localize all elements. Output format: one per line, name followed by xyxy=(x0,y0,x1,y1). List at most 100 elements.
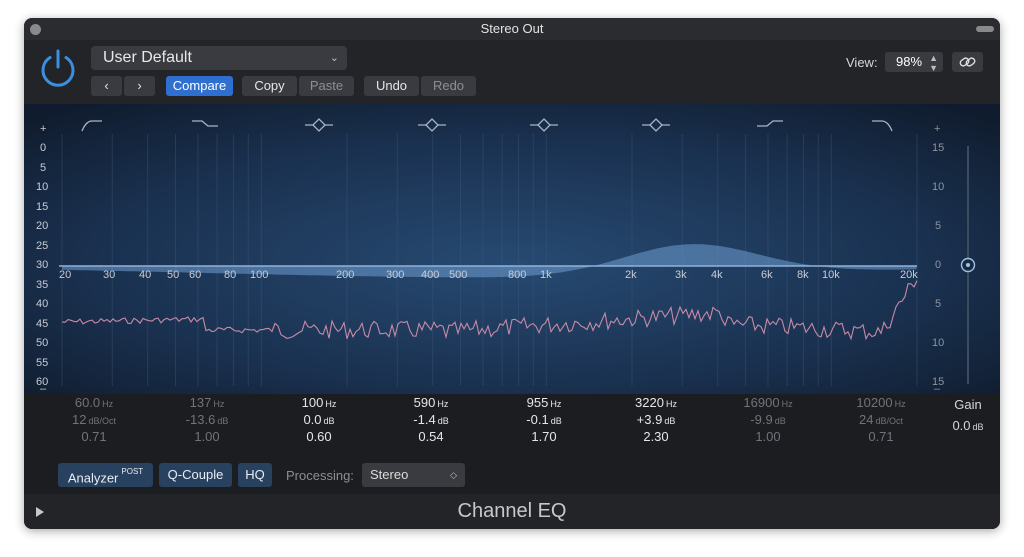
db-right-label: 0 xyxy=(935,259,942,271)
band-frequency[interactable]: 137 Hz xyxy=(152,394,262,411)
window-title: Stereo Out xyxy=(480,21,544,36)
band-gain[interactable]: -1.4 dB xyxy=(376,411,486,428)
hq-button[interactable]: HQ xyxy=(238,463,272,487)
band-q[interactable]: 1.70 xyxy=(489,428,599,445)
bottom-controls: Analyzer POST Q-Couple HQ Processing: Ste… xyxy=(24,458,1000,494)
redo-button[interactable]: Redo xyxy=(421,76,476,96)
power-icon[interactable] xyxy=(38,48,78,88)
db-right-label: 5 xyxy=(935,220,942,232)
band-gain[interactable]: 24 dB/Oct xyxy=(826,411,936,428)
freq-label: 800 xyxy=(508,269,527,281)
db-left-label: 55 xyxy=(36,357,49,369)
freq-label: 20k xyxy=(900,269,918,281)
band-q[interactable]: 0.71 xyxy=(826,428,936,445)
db-left-label: 40 xyxy=(36,298,49,310)
stepper-icon: ▲ ▼ xyxy=(929,53,938,73)
freq-label: 3k xyxy=(675,269,687,281)
band-frequency[interactable]: 16900 Hz xyxy=(713,394,823,411)
copy-button[interactable]: Copy xyxy=(242,76,297,96)
eq-graph[interactable]: + – + – 0 5 10 15 20 25 30 35 40 45 50 5… xyxy=(24,104,1000,395)
window-close-button[interactable] xyxy=(30,24,41,35)
window-menu-button[interactable] xyxy=(976,26,994,32)
db-right-label: 10 xyxy=(932,181,945,193)
db-left-label: 0 xyxy=(40,142,47,154)
freq-label: 60 xyxy=(189,269,202,281)
stepper-icon: ◇ xyxy=(450,470,457,480)
analyzer-post-label: POST xyxy=(121,467,144,476)
band-q[interactable]: 0.71 xyxy=(39,428,149,445)
undo-button[interactable]: Undo xyxy=(364,76,419,96)
db-right-label: 15 xyxy=(932,376,945,388)
band-q[interactable]: 2.30 xyxy=(601,428,711,445)
processing-label: Processing: xyxy=(286,468,354,483)
db-left-label: 45 xyxy=(36,318,49,330)
db-left-label: 15 xyxy=(36,201,49,213)
band-q[interactable]: 0.54 xyxy=(376,428,486,445)
freq-label: 8k xyxy=(797,269,809,281)
db-left-label: 30 xyxy=(36,259,49,271)
plugin-header: User Default ⌄ ‹ › Compare Copy Paste Un… xyxy=(24,40,1000,104)
band-q[interactable]: 1.00 xyxy=(152,428,262,445)
previous-preset-button[interactable]: ‹ xyxy=(91,76,122,96)
band-8-params: 10200 Hz 24 dB/Oct 0.71 xyxy=(826,394,936,445)
q-couple-button[interactable]: Q-Couple xyxy=(159,463,232,487)
band-gain[interactable]: -0.1 dB xyxy=(489,411,599,428)
freq-label: 400 xyxy=(421,269,440,281)
band-3-params: 100 Hz 0.0 dB 0.60 xyxy=(264,394,374,445)
analyzer-button[interactable]: Analyzer POST xyxy=(58,463,153,487)
gain-label: Gain xyxy=(954,397,982,412)
db-left-label: 60 xyxy=(36,376,49,388)
band-gain[interactable]: -13.6 dB xyxy=(152,411,262,428)
freq-label: 300 xyxy=(386,269,405,281)
band-6-params: 3220 Hz +3.9 dB 2.30 xyxy=(601,394,711,445)
graph-background xyxy=(24,104,1000,394)
band-gain[interactable]: +3.9 dB xyxy=(601,411,711,428)
band-gain[interactable]: 0.0 dB xyxy=(264,411,374,428)
paste-button[interactable]: Paste xyxy=(299,76,354,96)
view-zoom-value: 98% xyxy=(896,54,923,69)
band-frequency[interactable]: 10200 Hz xyxy=(826,394,936,411)
band-gain[interactable]: -9.9 dB xyxy=(713,411,823,428)
chevron-down-icon: ⌄ xyxy=(329,52,339,64)
freq-label: 500 xyxy=(449,269,468,281)
processing-select[interactable]: Stereo ◇ xyxy=(362,463,465,487)
preset-menu[interactable]: User Default ⌄ xyxy=(91,46,347,70)
compare-button[interactable]: Compare xyxy=(166,76,233,96)
freq-label: 40 xyxy=(139,269,152,281)
band-frequency[interactable]: 60.0 Hz xyxy=(39,394,149,411)
db-right-label: 5 xyxy=(935,298,942,310)
gain-value[interactable]: 0.0 dB xyxy=(938,415,998,438)
band-frequency[interactable]: 100 Hz xyxy=(264,394,374,411)
band-5-params: 955 Hz -0.1 dB 1.70 xyxy=(489,394,599,445)
band-frequency[interactable]: 3220 Hz xyxy=(601,394,711,411)
band-gain[interactable]: 12 dB/Oct xyxy=(39,411,149,428)
band-parameters: 60.0 Hz 12 dB/Oct 0.71 137 Hz -13.6 dB 1.00 … xyxy=(24,394,1000,458)
db-left-label: 25 xyxy=(36,240,49,252)
db-left-label: 5 xyxy=(40,162,47,174)
freq-label: 100 xyxy=(250,269,269,281)
link-button[interactable] xyxy=(952,52,983,72)
band-frequency[interactable]: 955 Hz xyxy=(489,394,599,411)
freq-label: 50 xyxy=(167,269,180,281)
freq-label: 6k xyxy=(761,269,773,281)
chevron-left-icon: ‹ xyxy=(104,78,109,93)
db-left-label: 10 xyxy=(36,181,49,193)
band-q[interactable]: 0.60 xyxy=(264,428,374,445)
processing-value: Stereo xyxy=(370,467,409,482)
freq-label: 10k xyxy=(822,269,840,281)
band-q[interactable]: 1.00 xyxy=(713,428,823,445)
db-scale-left-plus[interactable]: + xyxy=(40,123,46,135)
view-label: View: xyxy=(846,55,878,70)
analyzer-label: Analyzer xyxy=(67,470,119,486)
output-gain: Gain 0.0 dB xyxy=(938,394,998,438)
next-preset-button[interactable]: › xyxy=(124,76,155,96)
band-frequency[interactable]: 590 Hz xyxy=(376,394,486,411)
gain-slider-handle-dot xyxy=(966,263,970,267)
view-zoom-select[interactable]: 98% ▲ ▼ xyxy=(885,52,943,73)
freq-label: 30 xyxy=(103,269,116,281)
band-7-params: 16900 Hz -9.9 dB 1.00 xyxy=(713,394,823,445)
db-scale-right-plus[interactable]: + xyxy=(934,123,940,135)
eq-display[interactable] xyxy=(24,104,1000,394)
plugin-name: Channel EQ xyxy=(457,500,567,522)
db-right-label: 15 xyxy=(932,142,945,154)
